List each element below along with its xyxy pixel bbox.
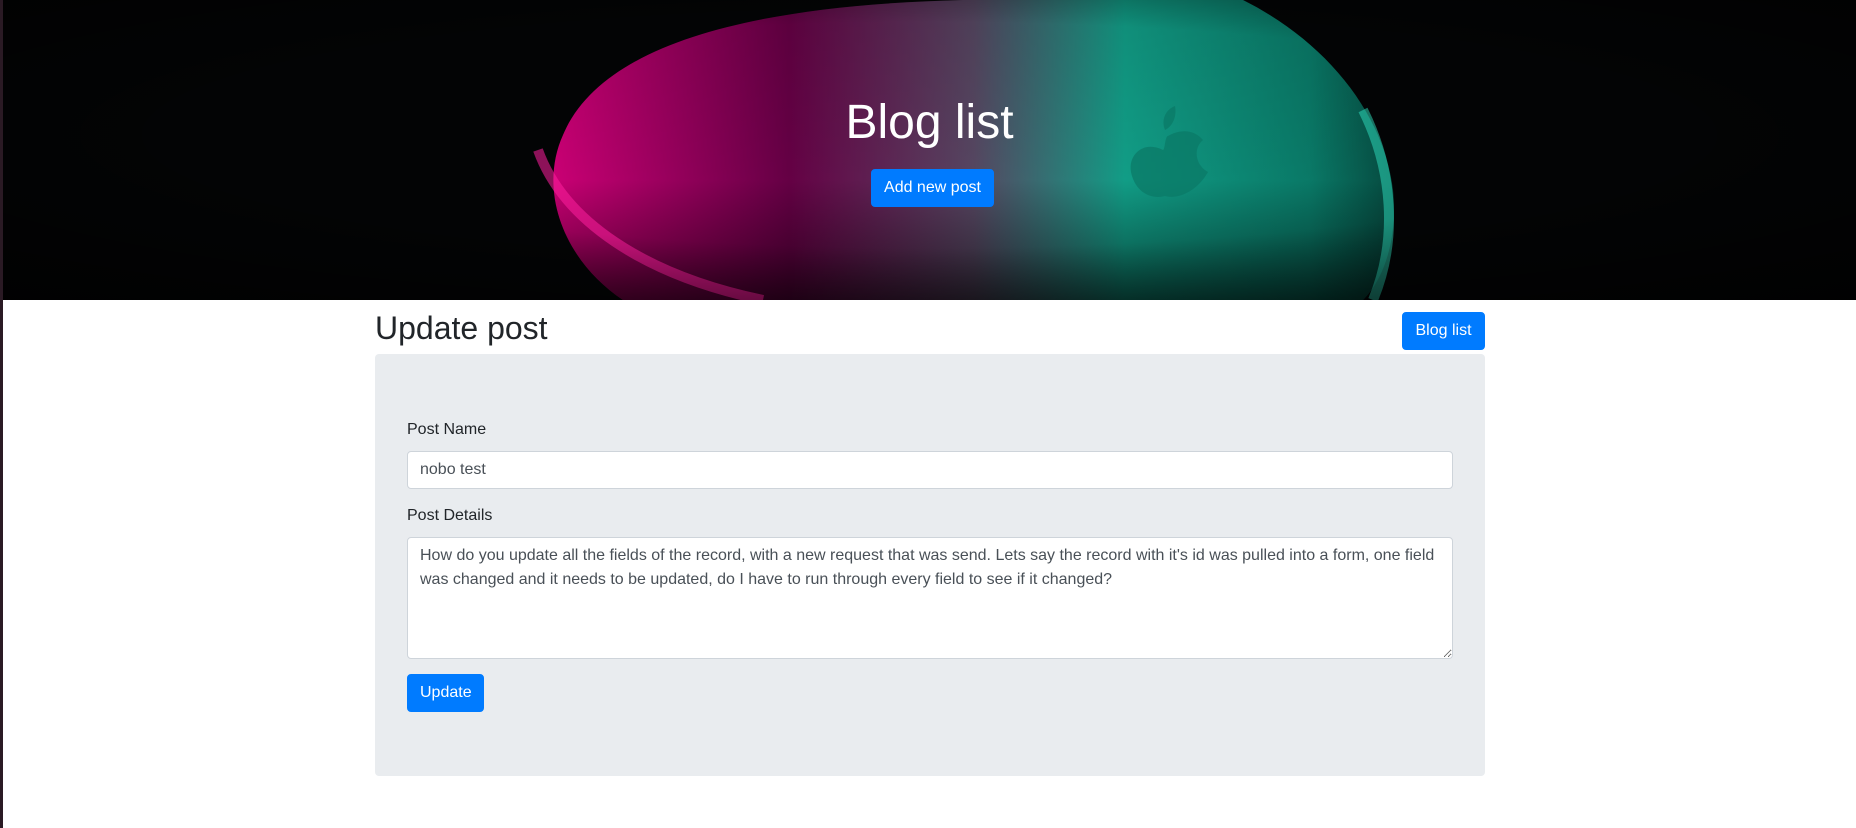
page-title: Update post	[375, 310, 548, 346]
update-post-form: Post Name Post Details How do you update…	[375, 354, 1485, 776]
post-name-input[interactable]	[407, 451, 1453, 489]
blog-list-button[interactable]: Blog list	[1402, 312, 1485, 350]
update-button[interactable]: Update	[407, 674, 484, 712]
hero-banner: Blog list Add new post	[3, 0, 1856, 300]
post-details-textarea[interactable]: How do you update all the fields of the …	[407, 537, 1453, 659]
post-details-label: Post Details	[407, 507, 493, 524]
post-name-label: Post Name	[407, 421, 487, 438]
hero-title: Blog list	[845, 96, 1014, 149]
add-new-post-button[interactable]: Add new post	[871, 169, 994, 207]
